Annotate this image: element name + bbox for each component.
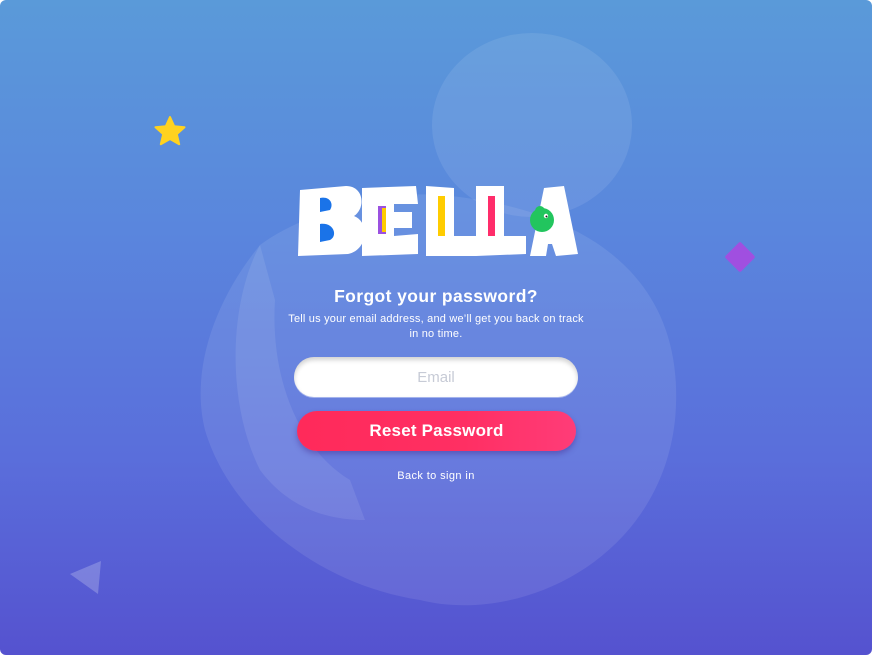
reset-password-button[interactable]: Reset Password — [297, 411, 576, 451]
logo-letter-l2 — [476, 186, 526, 256]
bella-logo — [294, 178, 580, 262]
diamond-icon — [725, 242, 755, 272]
email-field[interactable] — [294, 357, 578, 397]
logo-letter-l1 — [426, 186, 476, 256]
logo-letter-b — [298, 186, 365, 256]
bella-logo-icon — [298, 186, 578, 256]
triangle-icon — [70, 561, 101, 594]
forgot-password-screen: Forgot your password? Tell us your email… — [0, 0, 872, 655]
star-icon — [154, 116, 186, 146]
back-to-sign-in-link[interactable]: Back to sign in — [336, 470, 536, 482]
logo-letter-a — [530, 186, 578, 256]
logo-letter-e — [362, 186, 418, 256]
page-title: Forgot your password? — [334, 286, 538, 306]
page-subtitle: Tell us your email address, and we’ll ge… — [288, 313, 584, 340]
